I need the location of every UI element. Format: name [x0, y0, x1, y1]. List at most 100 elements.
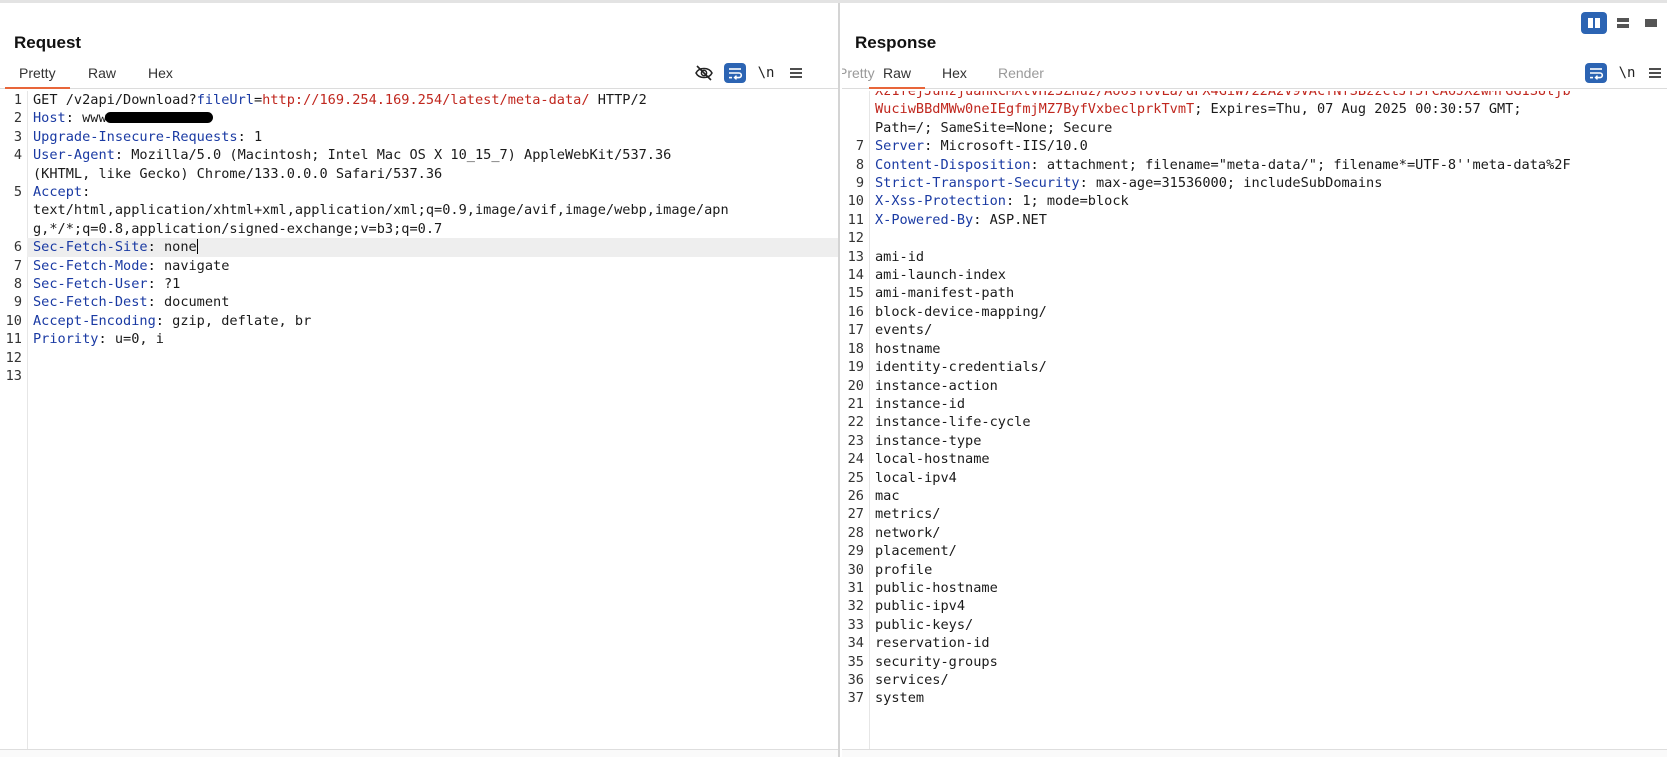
line-number: 17 — [847, 322, 864, 339]
line-number: 24 — [847, 451, 864, 468]
text-segment: mac — [875, 487, 900, 504]
text-segment: : Microsoft-IIS/10.0 — [924, 138, 1088, 155]
request-tab-raw[interactable]: Raw — [84, 65, 120, 81]
line-number: 7 — [13, 257, 22, 274]
menu-icon[interactable] — [784, 61, 808, 85]
line-content: system — [869, 689, 1667, 707]
newline-icon[interactable]: \n — [1615, 61, 1639, 85]
text-segment: profile — [875, 561, 933, 578]
line-content: reservation-id — [869, 634, 1667, 652]
header-name: Content-Disposition — [875, 156, 1031, 173]
header-name: Strict-Transport-Security — [875, 175, 1080, 192]
text-segment: reservation-id — [875, 635, 990, 652]
code-line: 18 hostname — [842, 340, 1667, 358]
line-content: metrics/ — [869, 505, 1667, 523]
response-toolbar: \n — [1585, 61, 1667, 85]
header-name: Accept — [33, 184, 83, 201]
code-line: 13 ami-id — [842, 248, 1667, 266]
stacked-horizontal-icon[interactable] — [1610, 12, 1636, 34]
code-line: 9 Strict-Transport-Security: max-age=3153… — [842, 174, 1667, 192]
line-number: 18 — [847, 340, 864, 357]
code-line: 30 profile — [842, 561, 1667, 579]
line-number: 2 — [13, 110, 22, 127]
line-number: 3 — [13, 128, 22, 145]
text-segment: ami-manifest-path — [875, 285, 1015, 302]
code-line: 10 Accept-Encoding: gzip, deflate, br — [0, 312, 838, 330]
menu-icon[interactable] — [1643, 61, 1667, 85]
request-tab-pretty[interactable]: Pretty — [5, 65, 70, 89]
line-content: GET /v2api/Download?fileUrl=http://169.2… — [27, 91, 838, 109]
line-content: ami-manifest-path — [869, 284, 1667, 302]
text-segment: text/html,application/xhtml+xml,applicat… — [33, 202, 729, 219]
text-segment: (KHTML, like Gecko) Chrome/133.0.0.0 Saf… — [33, 165, 443, 182]
response-editor[interactable]: Xz1fejJunzjuahKcMXtvH23Znuz/Ao6sYovLa/dF… — [842, 91, 1667, 749]
text-segment: : max-age=31536000; includeSubDomains — [1079, 175, 1383, 192]
text-segment: local-hostname — [875, 451, 990, 468]
wrap-lines-icon[interactable] — [724, 63, 746, 83]
text-segment: : attachment; filename="meta-data/"; fil… — [1030, 156, 1571, 173]
line-number: 8 — [855, 156, 864, 173]
line-content: services/ — [869, 671, 1667, 689]
code-line: 16 block-device-mapping/ — [842, 303, 1667, 321]
text-segment: : u=0, i — [98, 331, 164, 348]
code-line: 33 public-keys/ — [842, 616, 1667, 634]
stacked-vertical-icon[interactable] — [1638, 12, 1664, 34]
line-content — [27, 367, 838, 385]
code-line: Xz1fejJunzjuahKcMXtvH23Znuz/Ao6sYovLa/dF… — [842, 91, 1667, 100]
line-number: 12 — [847, 230, 864, 247]
response-lines: Xz1fejJunzjuahKcMXtvH23Znuz/Ao6sYovLa/dF… — [842, 91, 1667, 708]
highlighted-value: WuciwBBdMWw0neIEgfmjMZ7ByfVxbeclprkTvmT — [875, 101, 1195, 118]
response-tab-raw[interactable]: Raw — [868, 65, 926, 89]
line-number: 16 — [847, 303, 864, 320]
code-line: 2 Host: www — [0, 109, 838, 127]
hide-icon[interactable] — [692, 61, 716, 85]
text-segment: identity-credentials/ — [875, 359, 1047, 376]
line-content — [27, 349, 838, 367]
code-line: 7 Sec-Fetch-Mode: navigate — [0, 257, 838, 275]
line-content: block-device-mapping/ — [869, 303, 1667, 321]
text-segment: security-groups — [875, 653, 998, 670]
response-tab-hex[interactable]: Hex — [938, 65, 971, 81]
line-content: Sec-Fetch-User: ?1 — [27, 275, 838, 293]
request-editor[interactable]: 1 GET /v2api/Download?fileUrl=http://169.… — [0, 91, 838, 749]
line-content: local-ipv4 — [869, 469, 1667, 487]
text-segment: g,*/*;q=0.8,application/signed-exchange;… — [33, 220, 443, 237]
line-content: Accept-Encoding: gzip, deflate, br — [27, 312, 838, 330]
request-pane: Request Pretty Raw Hex \n 1 GET /v2api/Do… — [0, 3, 840, 757]
line-number: 35 — [847, 653, 864, 670]
line-number: 14 — [847, 267, 864, 284]
code-line: 34 reservation-id — [842, 634, 1667, 652]
request-lines: 1 GET /v2api/Download?fileUrl=http://169.… — [0, 91, 838, 386]
line-number: 37 — [847, 690, 864, 707]
code-line: (KHTML, like Gecko) Chrome/133.0.0.0 Saf… — [0, 165, 838, 183]
header-name: X-Xss-Protection — [875, 193, 1006, 210]
response-tab-render[interactable]: Render — [994, 65, 1048, 81]
code-line: 10 X-Xss-Protection: 1; mode=block — [842, 192, 1667, 210]
line-content: ami-id — [869, 248, 1667, 266]
line-content — [869, 229, 1667, 247]
header-name: Host — [33, 110, 66, 127]
line-content: Sec-Fetch-Mode: navigate — [27, 257, 838, 275]
line-number: 4 — [13, 147, 22, 164]
response-title: Response — [855, 33, 937, 52]
text-segment: network/ — [875, 524, 941, 541]
line-content: X-Xss-Protection: 1; mode=block — [869, 192, 1667, 210]
line-number: 1 — [13, 92, 22, 108]
code-line: 12 — [0, 349, 838, 367]
line-content: ami-launch-index — [869, 266, 1667, 284]
line-content: Path=/; SameSite=None; Secure — [869, 119, 1667, 137]
line-content: events/ — [869, 321, 1667, 339]
request-search-bar — [0, 749, 838, 757]
code-line: 9 Sec-Fetch-Dest: document — [0, 293, 838, 311]
header-name: Accept-Encoding — [33, 312, 156, 329]
line-number: 10 — [847, 193, 864, 210]
line-number: 9 — [13, 294, 22, 311]
request-tab-hex[interactable]: Hex — [144, 65, 177, 81]
line-content: security-groups — [869, 653, 1667, 671]
side-by-side-icon[interactable] — [1581, 12, 1607, 34]
code-line: 17 events/ — [842, 321, 1667, 339]
newline-icon[interactable]: \n — [754, 61, 778, 85]
line-number: 29 — [847, 543, 864, 560]
response-tab-pretty[interactable]: Pretty — [842, 65, 879, 81]
wrap-lines-icon[interactable] — [1585, 63, 1607, 83]
